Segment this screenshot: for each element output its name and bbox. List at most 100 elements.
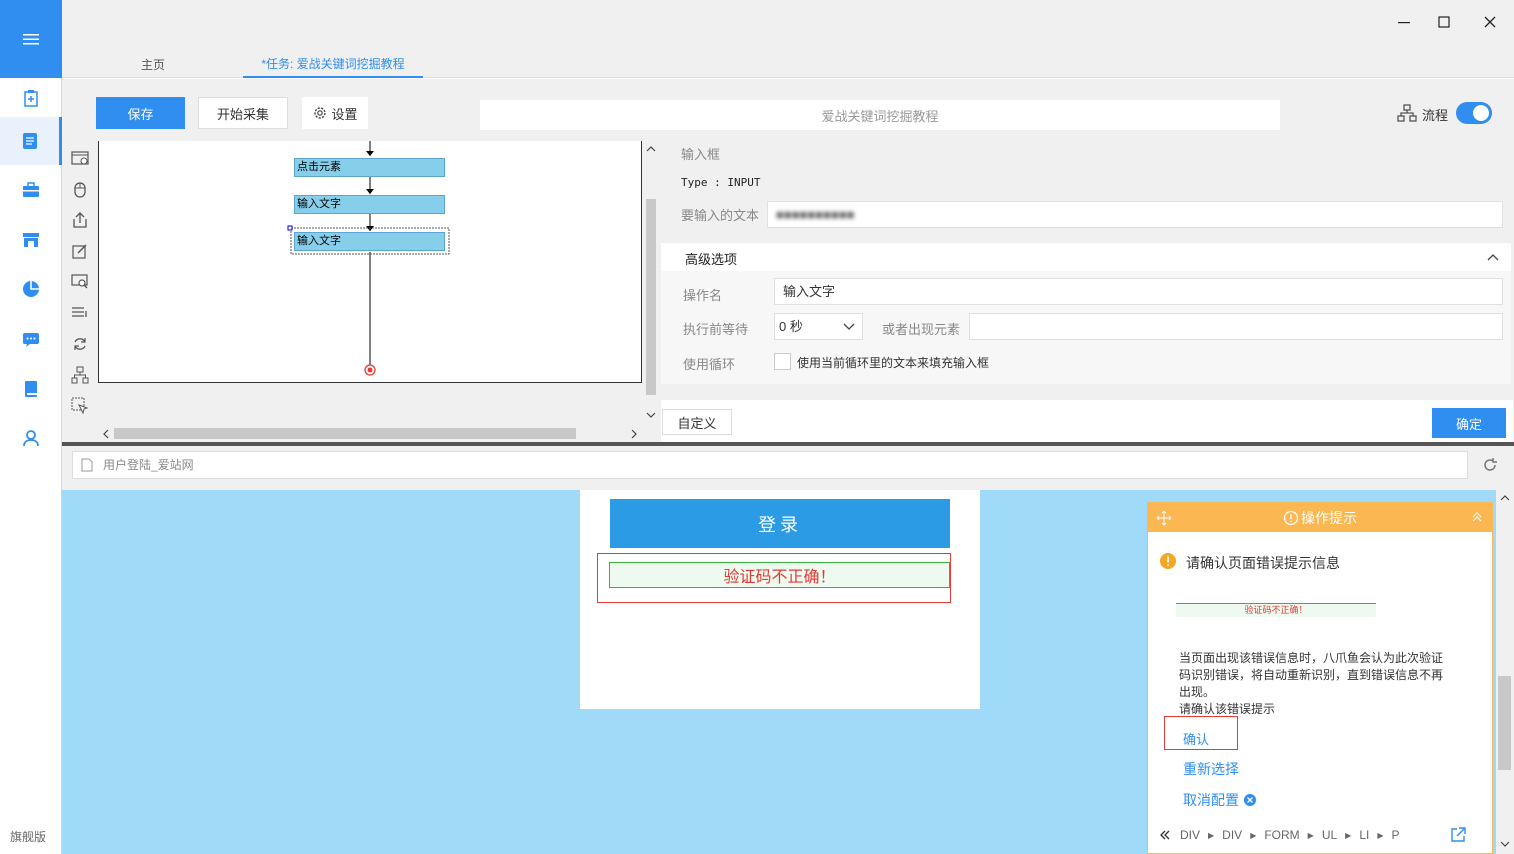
store-icon — [23, 233, 39, 247]
crumb-li[interactable]: LI — [1359, 828, 1369, 842]
flow-node-input-2[interactable]: 输入文字 — [294, 232, 445, 251]
flow-node-input-1[interactable]: 输入文字 — [294, 195, 445, 214]
scroll-up-icon[interactable] — [1500, 494, 1510, 502]
hint-cancel-link[interactable]: 取消配置 — [1183, 790, 1239, 810]
task-name-field[interactable]: 爱战关键词挖掘教程 — [480, 100, 1280, 130]
double-chevron-left-icon[interactable] — [1160, 830, 1170, 840]
hint-desc-line1: 当页面出现该错误信息时，八爪鱼会认为此次验证 — [1179, 651, 1444, 665]
flow-toggle[interactable] — [1456, 102, 1492, 124]
toolbox-icon — [23, 182, 39, 197]
element-breadcrumb: DIV ▶ DIV ▶ FORM ▶ UL ▶ LI ▶ P — [1160, 828, 1400, 842]
advanced-header[interactable]: 高级选项 — [661, 243, 1511, 271]
page-icon — [81, 458, 93, 472]
crumb-sep-icon: ▶ — [1307, 830, 1314, 840]
cancel-circle-icon[interactable] — [1243, 793, 1257, 807]
minimize-icon — [1398, 22, 1410, 24]
minimize-button[interactable] — [1384, 8, 1424, 36]
move-icon[interactable] — [1156, 510, 1172, 526]
sidebar-item-stats[interactable] — [0, 265, 62, 313]
properties-footer — [661, 400, 1513, 442]
crumb-div-2[interactable]: DIV — [1222, 828, 1242, 842]
sidebar-item-tasks[interactable] — [0, 117, 62, 165]
input-text-field[interactable]: ■■■■■■■■■■ — [767, 201, 1503, 228]
crumb-p[interactable]: P — [1392, 828, 1400, 842]
crumb-ul[interactable]: UL — [1322, 828, 1337, 842]
maximize-button[interactable] — [1424, 8, 1464, 36]
custom-button[interactable]: 自定义 — [662, 409, 732, 435]
canvas-hscroll[interactable] — [98, 426, 642, 441]
crumb-sep-icon: ▶ — [1208, 830, 1215, 840]
hint-desc-line3: 出现。 — [1179, 685, 1216, 699]
address-field[interactable]: 用户登陆_爱站网 — [72, 451, 1468, 479]
confirm-button[interactable]: 确定 — [1432, 408, 1506, 438]
maximize-icon — [1438, 16, 1450, 28]
mouse-icon — [74, 181, 86, 198]
crumb-form[interactable]: FORM — [1264, 828, 1299, 842]
sidebar-item-toolbox[interactable] — [0, 166, 62, 214]
hint-panel: 操作提示 请确认页面错误提示信息 验证码不正确！ 当页面出现该错误信息时，八爪鱼… — [1147, 502, 1493, 854]
click-tool[interactable] — [64, 173, 96, 204]
canvas-hscroll-thumb[interactable] — [114, 428, 576, 439]
save-button[interactable]: 保存 — [96, 97, 185, 129]
wait-select[interactable]: 0 秒 — [774, 313, 863, 340]
or-element-field[interactable] — [969, 313, 1503, 340]
flow-node-click[interactable]: 点击元素 — [294, 158, 445, 177]
scroll-down-icon[interactable] — [1500, 840, 1510, 848]
export-icon — [73, 211, 87, 228]
flow-icon — [1397, 104, 1417, 122]
open-page-tool[interactable] — [64, 142, 96, 173]
chevron-up-icon[interactable] — [1487, 253, 1499, 261]
sidebar-item-account[interactable] — [0, 414, 62, 462]
tab-home[interactable]: 主页 — [100, 50, 206, 78]
error-message[interactable]: 验证码不正确！ — [609, 562, 950, 588]
tab-task[interactable]: *任务: 爱战关键词挖掘教程 — [243, 50, 423, 78]
hint-preview: 验证码不正确！ — [1176, 603, 1376, 617]
input-tool[interactable] — [64, 235, 96, 266]
scroll-down-icon[interactable] — [646, 411, 656, 419]
external-link-icon[interactable] — [1450, 827, 1466, 843]
browser-vscroll-thumb[interactable] — [1498, 676, 1511, 770]
edition-label: 旗舰版 — [10, 830, 47, 844]
hint-confirm-link[interactable]: 确认 — [1183, 729, 1209, 748]
canvas-vscroll-thumb[interactable] — [646, 199, 656, 395]
input-text-label: 要输入的文本 — [681, 208, 760, 223]
input-text-value: ■■■■■■■■■■ — [776, 207, 855, 222]
hint-description: 当页面出现该错误信息时，八爪鱼会认为此次验证 码识别错误，将自动重新识别，直到错… — [1179, 650, 1479, 718]
scroll-right-icon[interactable] — [630, 429, 638, 439]
branch-tool[interactable] — [64, 359, 96, 390]
hint-cancel[interactable]: 取消配置 — [1183, 790, 1257, 810]
message-icon — [23, 333, 39, 347]
sidebar-item-messages[interactable] — [0, 316, 62, 364]
gear-icon — [314, 107, 327, 119]
collapse-icon[interactable] — [1472, 512, 1482, 522]
hint-title: 操作提示 — [1301, 509, 1357, 526]
scroll-up-icon[interactable] — [646, 145, 656, 153]
login-button[interactable]: 登录 — [610, 499, 950, 548]
extract-tool[interactable] — [64, 204, 96, 235]
loop-tool[interactable] — [64, 328, 96, 359]
list-icon — [72, 306, 87, 317]
hint-header[interactable]: 操作提示 — [1148, 503, 1492, 532]
crumb-div-1[interactable]: DIV — [1180, 828, 1200, 842]
wait-label: 执行前等待 — [683, 322, 749, 337]
canvas-vscroll[interactable] — [642, 141, 659, 426]
op-name-field[interactable]: 输入文字 — [774, 278, 1503, 305]
captcha-tool[interactable] — [64, 266, 96, 297]
sidebar-item-store[interactable] — [0, 216, 62, 264]
sidebar-item-tutorial[interactable] — [0, 365, 62, 413]
select-tool[interactable] — [64, 390, 96, 421]
loop-list-tool[interactable] — [64, 297, 96, 328]
start-collect-button[interactable]: 开始采集 — [198, 97, 288, 129]
close-window-button[interactable] — [1470, 8, 1510, 36]
hint-reselect-link[interactable]: 重新选择 — [1183, 759, 1239, 779]
sidebar-item-new-task[interactable] — [0, 74, 62, 122]
menu-button[interactable] — [0, 0, 62, 78]
settings-button[interactable]: 设置 — [302, 97, 368, 129]
browser-add-icon — [71, 150, 89, 165]
loop-checkbox[interactable] — [774, 353, 791, 370]
workflow-canvas: 点击元素 输入文字 输入文字 — [98, 141, 642, 383]
browser-vscroll[interactable] — [1496, 490, 1514, 854]
refresh-icon[interactable] — [1482, 457, 1498, 473]
scroll-left-icon[interactable] — [102, 429, 110, 439]
hint-desc-line2: 码识别错误，将自动重新识别，直到错误信息不再 — [1179, 668, 1444, 682]
